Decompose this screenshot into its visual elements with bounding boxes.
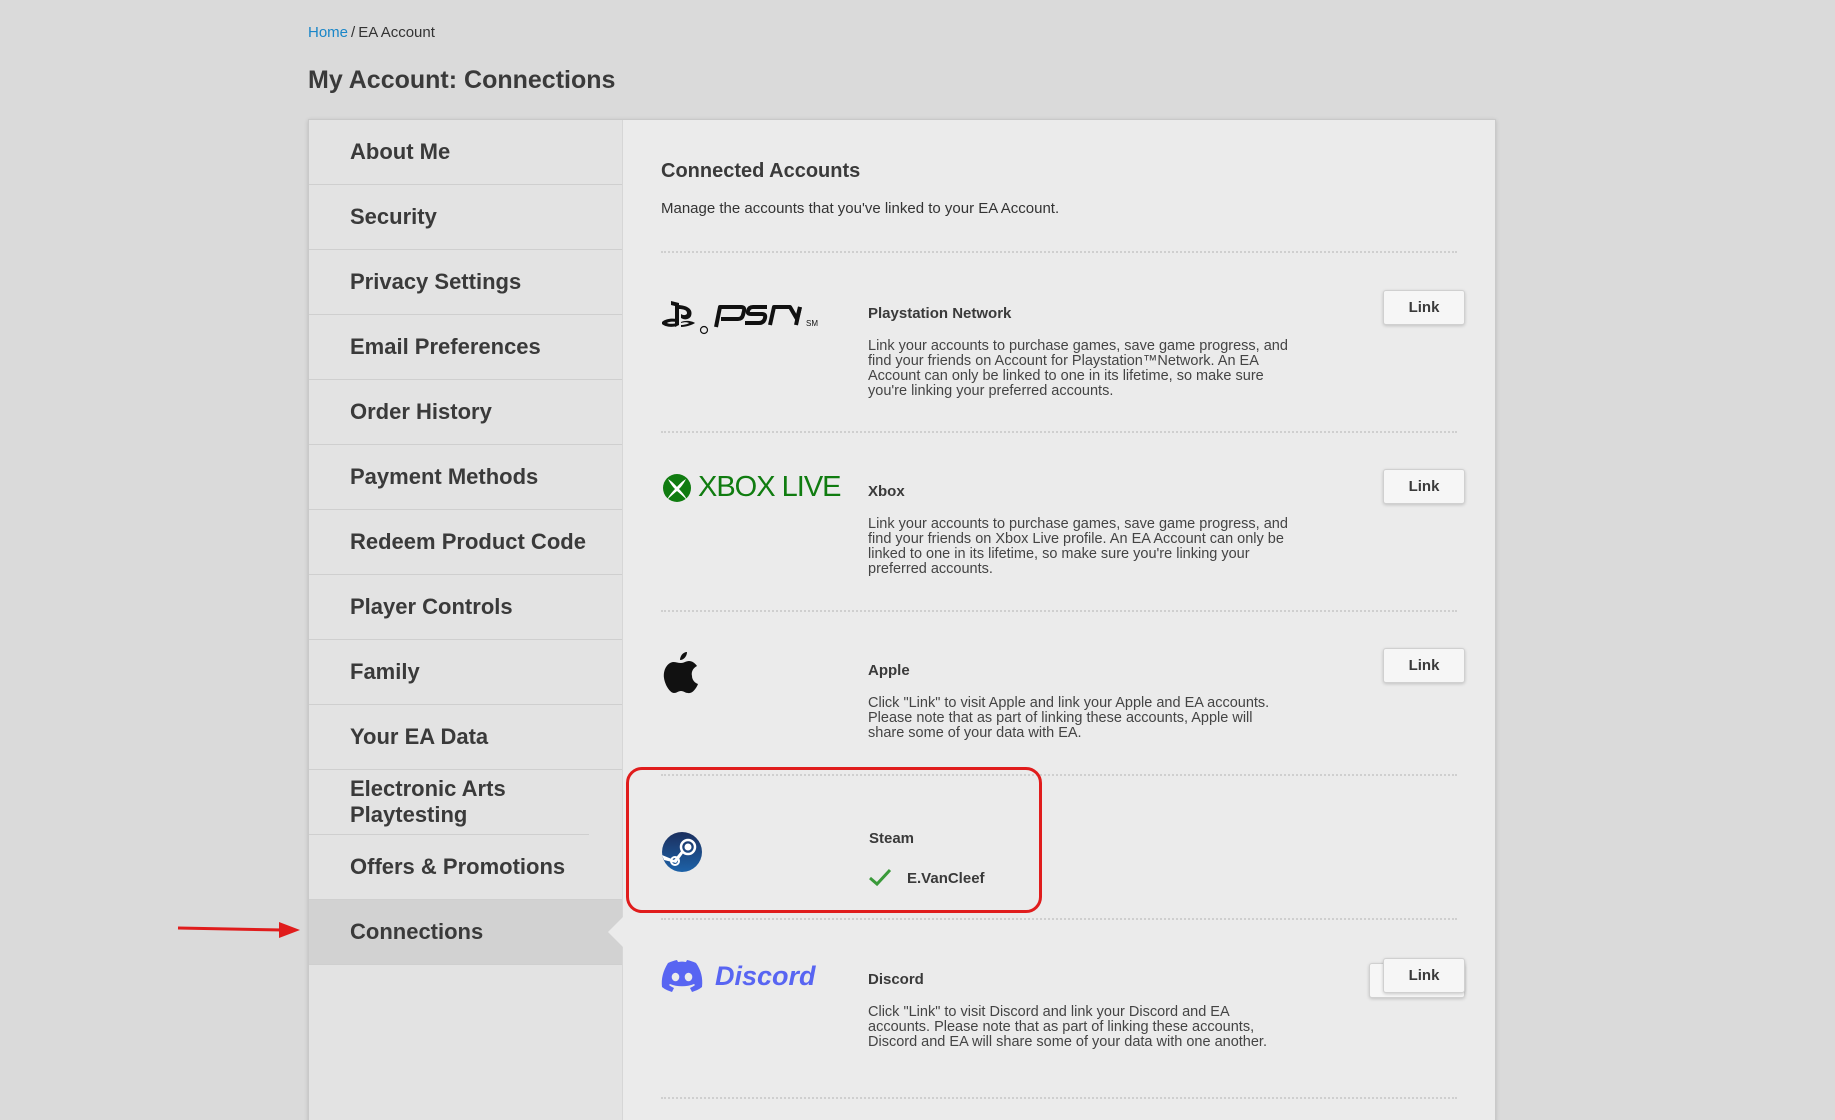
steam-highlight-annotation [626,767,1042,913]
sidebar-item-label: Security [350,204,437,229]
connection-description: Click "Link" to visit Apple and link you… [868,695,1270,741]
breadcrumb: Home / EA Account [308,24,435,41]
connection-name: Xbox [868,483,905,500]
sidebar-item-label: About Me [350,139,451,164]
discord-link-button[interactable]: Link [1383,958,1465,993]
sidebar-item-redeem-product-code[interactable]: Redeem Product Code [309,510,622,575]
section-title: Connected Accounts [661,160,861,182]
sidebar-item-label: Order History [350,399,492,424]
page: Home / EA Account My Account: Connections … [0,0,1835,1120]
sidebar-item-connections[interactable]: Connections [309,900,623,965]
sidebar-item-label: Email Preferences [350,334,541,359]
xbox-live-logo: XBOX LIVE [661,471,842,504]
sidebar-item-label: Connections [350,919,484,944]
section-description: Manage the accounts that you've linked t… [661,200,1060,217]
sidebar-item-label: Offers & Promotions [350,854,566,879]
sidebar-item-your-ea-data[interactable]: Your EA Data [309,705,622,770]
sidebar-item-family[interactable]: Family [309,640,622,705]
sidebar-item-label: Electronic Arts Playtesting [350,776,506,827]
sidebar-item-about-me[interactable]: About Me [309,120,622,185]
sidebar-item-label: Player Controls [350,594,513,619]
divider [661,1097,1457,1099]
discord-logo-text: Discord [715,960,816,991]
connection-description: Click "Link" to visit Discord and link y… [868,1004,1267,1050]
sidebar-item-label: Privacy Settings [350,269,522,294]
xbox-icon [663,473,691,502]
connection-name: Discord [868,971,924,988]
connection-name: Apple [868,662,910,679]
sidebar-item-player-controls[interactable]: Player Controls [309,575,622,640]
page-title: My Account: Connections [308,66,616,94]
discord-logo: Discord [661,960,816,992]
sidebar-item-offers-promotions[interactable]: Offers & Promotions [309,835,622,900]
divider [661,918,1457,920]
apple-logo [661,648,701,699]
sidebar-item-label: Payment Methods [350,464,539,489]
sidebar-item-email-preferences[interactable]: Email Preferences [309,315,622,380]
connected-accounts-panel: Connected Accounts Manage the accounts t… [623,120,1495,1120]
sidebar-item-order-history[interactable]: Order History [309,380,622,445]
breadcrumb-separator: / [351,24,356,41]
divider [661,251,1457,253]
sidebar-item-label: Redeem Product Code [350,529,586,554]
svg-text:SM: SM [806,319,818,328]
sidebar-item-label: Family [350,659,420,684]
connection-description: Link your accounts to purchase games, sa… [868,338,1288,399]
sidebar-item-payment-methods[interactable]: Payment Methods [309,445,622,510]
apple-link-button[interactable]: Link [1383,648,1465,683]
account-card: About Me Security Privacy Settings Email… [308,119,1496,1120]
account-sidebar: About Me Security Privacy Settings Email… [309,120,623,1120]
discord-icon [661,960,703,992]
connection-name: Playstation Network [868,305,1012,322]
sidebar-item-privacy-settings[interactable]: Privacy Settings [309,250,622,315]
breadcrumb-current: EA Account [358,24,435,41]
xbox-live-logo-text: XBOX LIVE [698,471,842,503]
psn-logo: SM [661,295,826,340]
divider [661,431,1457,433]
connection-description: Link your accounts to purchase games, sa… [868,516,1288,577]
xbox-link-button[interactable]: Link [1383,469,1465,504]
red-arrow-annotation [177,922,300,938]
divider [661,610,1457,612]
psn-link-button[interactable]: Link [1383,290,1465,325]
sidebar-item-security[interactable]: Security [309,185,622,250]
sidebar-item-ea-playtesting[interactable]: Electronic Arts Playtesting [309,770,589,835]
sidebar-item-label: Your EA Data [350,724,489,749]
breadcrumb-home-link[interactable]: Home [308,24,348,41]
